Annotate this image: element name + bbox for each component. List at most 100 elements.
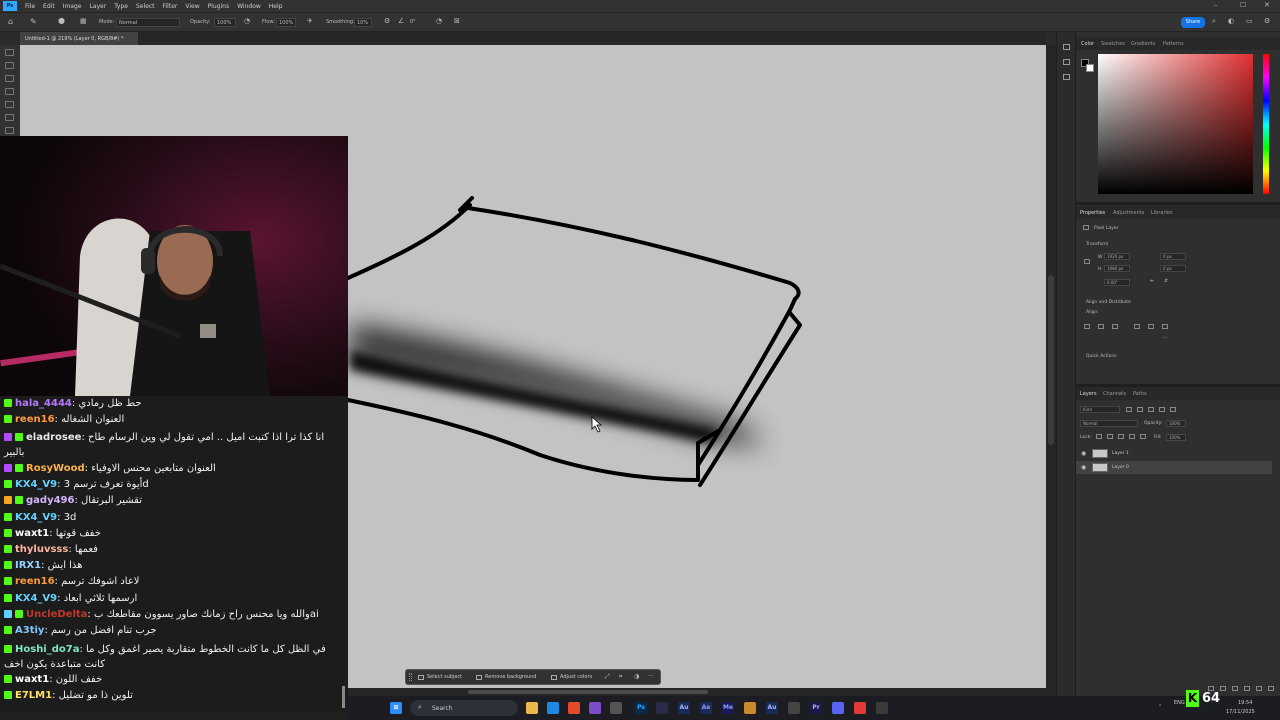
- chat-username[interactable]: E7LM1: [15, 690, 52, 701]
- align-middle-icon[interactable]: [1148, 324, 1154, 329]
- chat-scrollbar[interactable]: [342, 686, 345, 708]
- app-icon[interactable]: [876, 702, 888, 714]
- chat-username[interactable]: UncleDelta: [26, 609, 87, 620]
- tab-patterns[interactable]: Patterns: [1163, 41, 1184, 47]
- tab-channels[interactable]: Channels: [1103, 391, 1126, 397]
- color-picker-field[interactable]: [1098, 54, 1253, 194]
- chat-username[interactable]: eladrosee: [26, 432, 81, 443]
- chat-username[interactable]: A3tiy: [15, 625, 44, 636]
- tab-adjustments[interactable]: Adjustments: [1113, 210, 1144, 216]
- chat-username[interactable]: waxt1: [15, 528, 49, 539]
- chat-username[interactable]: reen16: [15, 414, 55, 425]
- crop-tool-icon[interactable]: [5, 101, 14, 108]
- chat-username[interactable]: waxt1: [15, 674, 49, 685]
- settings-icon[interactable]: ⚙: [1264, 17, 1270, 25]
- smoothing-settings-icon[interactable]: ⚙: [384, 17, 390, 25]
- menu-edit[interactable]: Edit: [43, 3, 55, 10]
- lasso-tool-icon[interactable]: [5, 75, 14, 82]
- chat-username[interactable]: IRX1: [15, 560, 41, 571]
- angle-input[interactable]: 0°: [408, 18, 424, 27]
- tab-swatches[interactable]: Swatches: [1101, 41, 1125, 47]
- pressure-opacity-icon[interactable]: ◔: [244, 17, 250, 25]
- tab-libraries[interactable]: Libraries: [1151, 210, 1173, 216]
- media-encoder-icon[interactable]: Me: [722, 702, 734, 714]
- crop-icon[interactable]: ⌗: [619, 673, 627, 681]
- new-layer-icon[interactable]: [1256, 686, 1262, 691]
- clock-time[interactable]: 19:54: [1238, 700, 1252, 706]
- tray-chevron-icon[interactable]: ⌃: [1158, 704, 1162, 710]
- tab-paths[interactable]: Paths: [1133, 391, 1147, 397]
- document-tab[interactable]: Untitled-1 @ 219% (Layer 0, RGB/8#) *: [20, 32, 138, 45]
- home-icon[interactable]: ⌂: [8, 17, 13, 26]
- maximize-icon[interactable]: ☐: [1240, 1, 1246, 9]
- link-dimensions-icon[interactable]: [1084, 259, 1090, 264]
- app-icon[interactable]: [788, 702, 800, 714]
- lock-transparent-icon[interactable]: [1096, 434, 1102, 439]
- blend-mode-select[interactable]: Normal: [1080, 420, 1138, 427]
- align-center-icon[interactable]: [1098, 324, 1104, 329]
- align-distribute-heading[interactable]: Align and Distribute: [1086, 300, 1131, 305]
- fill-input[interactable]: 100%: [1166, 434, 1186, 441]
- lock-position-icon[interactable]: [1118, 434, 1124, 439]
- chat-username[interactable]: reen16: [15, 576, 55, 587]
- align-left-icon[interactable]: [1084, 324, 1090, 329]
- clock-date[interactable]: 17/11/2025: [1226, 709, 1255, 715]
- tab-color[interactable]: Color: [1081, 41, 1094, 47]
- chat-username[interactable]: KX4_V9: [15, 479, 57, 490]
- visibility-eye-icon[interactable]: ◉: [1081, 450, 1086, 457]
- tab-properties[interactable]: Properties: [1080, 210, 1105, 216]
- visibility-eye-icon[interactable]: ◉: [1081, 464, 1086, 471]
- filter-shape-icon[interactable]: [1159, 407, 1165, 412]
- tab-layers[interactable]: Layers: [1080, 391, 1097, 397]
- audition-icon[interactable]: Au: [766, 702, 778, 714]
- audition-icon[interactable]: Au: [678, 702, 690, 714]
- share-button[interactable]: Share: [1181, 17, 1205, 28]
- workspace-icon[interactable]: ▭: [1246, 17, 1253, 25]
- brush-tool-icon[interactable]: ✎: [30, 17, 37, 26]
- history-icon[interactable]: [1063, 44, 1070, 50]
- layer-row[interactable]: ◉ Layer 1: [1076, 447, 1272, 460]
- height-input[interactable]: 1080 px: [1104, 265, 1130, 272]
- chat-username[interactable]: KX4_V9: [15, 593, 57, 604]
- menu-file[interactable]: File: [25, 3, 35, 10]
- lock-image-icon[interactable]: [1107, 434, 1113, 439]
- select-subject-button[interactable]: Select subject: [418, 674, 462, 680]
- opacity-input[interactable]: 100%: [214, 18, 236, 27]
- layer-filter-select[interactable]: Kind: [1080, 406, 1120, 413]
- chat-input-bar[interactable]: [0, 712, 348, 720]
- chat-username[interactable]: hala_4444: [15, 398, 72, 409]
- x-input[interactable]: 0 px: [1160, 253, 1186, 260]
- actions-icon[interactable]: [1063, 59, 1070, 65]
- drag-handle-icon[interactable]: [409, 673, 412, 681]
- after-effects-icon[interactable]: Ae: [700, 702, 712, 714]
- brush-settings-icon[interactable]: ▦: [80, 17, 87, 25]
- app-icon[interactable]: [744, 702, 756, 714]
- menu-help[interactable]: Help: [269, 3, 283, 10]
- airbrush-icon[interactable]: ✈: [307, 17, 313, 25]
- start-menu-icon[interactable]: ⊞: [390, 702, 402, 714]
- file-explorer-icon[interactable]: [526, 702, 538, 714]
- menu-window[interactable]: Window: [237, 3, 261, 10]
- chat-username[interactable]: thyluvsss: [15, 544, 68, 555]
- chat-username[interactable]: KX4_V9: [15, 512, 57, 523]
- filter-adjustment-icon[interactable]: [1137, 407, 1143, 412]
- comments-icon[interactable]: [1063, 74, 1070, 80]
- menu-filter[interactable]: Filter: [163, 3, 178, 10]
- chat-username[interactable]: RosyWood: [26, 463, 85, 474]
- layer-row-selected[interactable]: ◉ Layer 0: [1076, 461, 1272, 474]
- transform-heading[interactable]: Transform: [1086, 242, 1108, 247]
- canvas-horizontal-scrollbar[interactable]: [348, 688, 1056, 696]
- quick-actions-heading[interactable]: Quick Actions: [1086, 354, 1117, 359]
- new-group-icon[interactable]: [1244, 686, 1250, 691]
- flip-vertical-icon[interactable]: ⇵: [1164, 279, 1168, 284]
- menu-plugins[interactable]: Plugins: [208, 3, 230, 10]
- flow-input[interactable]: 100%: [276, 18, 296, 27]
- quick-select-tool-icon[interactable]: [5, 88, 14, 95]
- opera-icon[interactable]: [854, 702, 866, 714]
- menu-type[interactable]: Type: [114, 3, 128, 10]
- width-input[interactable]: 1920 px: [1104, 253, 1130, 260]
- adjust-colors-button[interactable]: Adjust colors: [551, 674, 592, 680]
- brave-icon[interactable]: [568, 702, 580, 714]
- transform-icon[interactable]: ⤢: [605, 673, 613, 681]
- background-color-swatch[interactable]: [1086, 64, 1094, 72]
